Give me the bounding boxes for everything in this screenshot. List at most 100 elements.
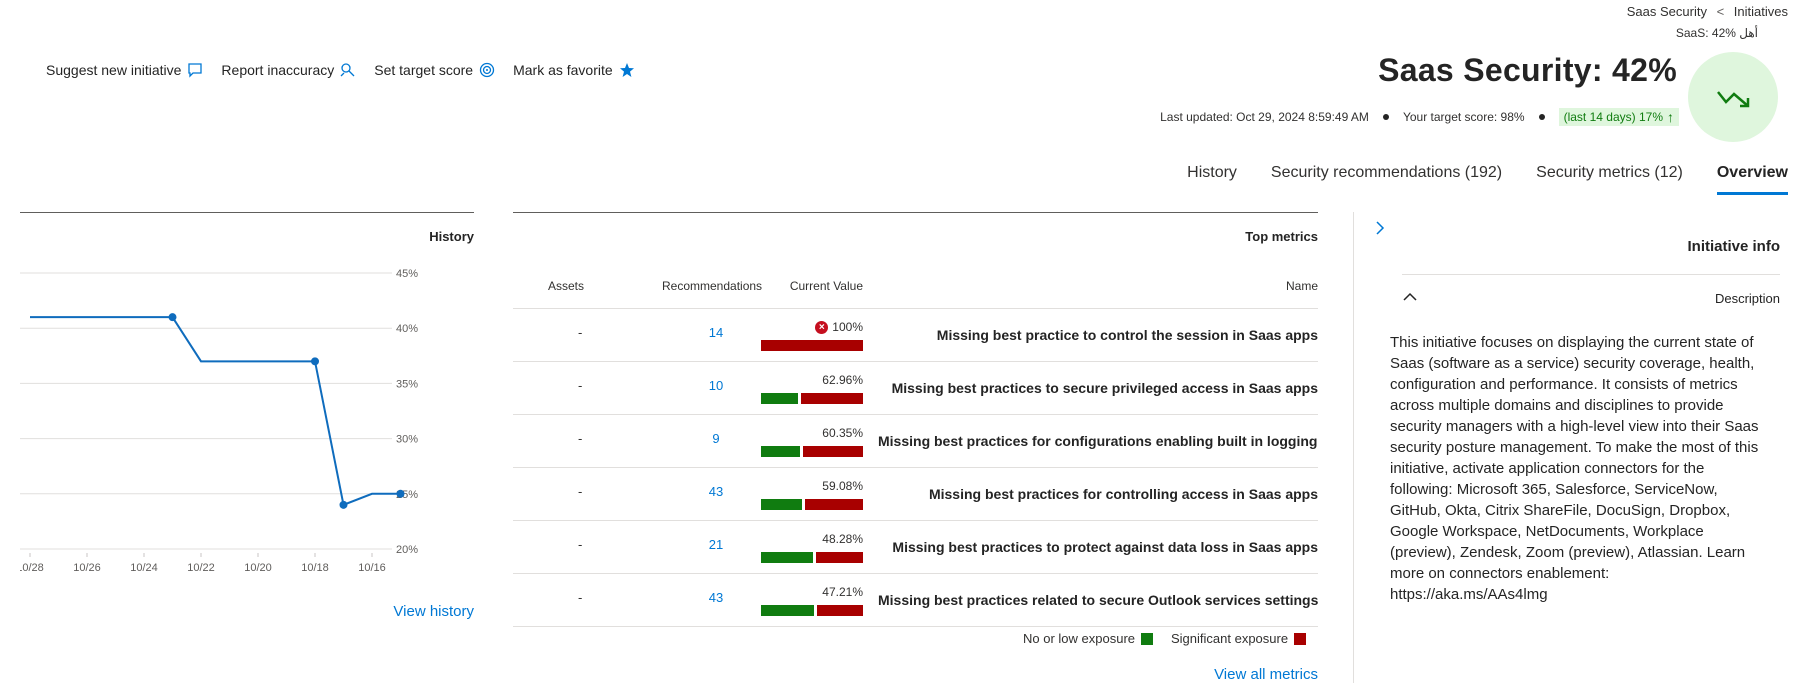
exposure-bar [761, 499, 863, 510]
x-tick-label: 10/22 [187, 562, 215, 574]
legend-label-significant: Significant exposure [1171, 631, 1289, 646]
table-row[interactable]: Missing best practices for configuration… [513, 415, 1318, 468]
report-inaccuracy-label: Report inaccuracy [221, 62, 335, 78]
data-point [339, 500, 348, 509]
y-tick-label: 35% [396, 378, 418, 390]
y-tick-label: 30% [396, 434, 418, 446]
set-target-score-button[interactable]: Set target score [374, 62, 495, 78]
mark-favorite-button[interactable]: Mark as favorite [513, 62, 635, 78]
tab-overview[interactable]: Overview [1716, 164, 1788, 195]
target-score-text: Your target score: 98% [1402, 110, 1525, 124]
initiative-info-pane: Initiative info Description This initiat… [1353, 212, 1810, 683]
metric-name[interactable]: Missing best practices for configuration… [878, 433, 1318, 449]
exposure-bar-low [761, 552, 813, 563]
history-pane: History 20% 25% 30% 35% 40% 45% 10/16 10/18 10/2… [20, 212, 474, 683]
target-icon [479, 62, 495, 78]
initiative-info-title: Initiative info [1687, 238, 1780, 255]
top-metrics-title: Top metrics [1245, 229, 1318, 244]
metric-value-text: 59.08% [761, 478, 863, 494]
assets-count: - [578, 590, 583, 605]
metric-value-text: 47.21% [761, 584, 863, 600]
table-row[interactable]: Missing best practice to control the ses… [513, 309, 1318, 362]
description-text: This initiative focuses on displaying th… [1390, 334, 1759, 603]
metric-percent: 62.96% [822, 373, 863, 387]
exposure-bar-low [761, 499, 802, 510]
breadcrumb-item-initiatives[interactable]: Initiatives [1734, 4, 1788, 19]
exposure-bar-significant [761, 340, 863, 351]
suggest-initiative-button[interactable]: Suggest new initiative [46, 62, 203, 78]
table-row[interactable]: Missing best practices related to secure… [513, 574, 1318, 627]
error-icon: × [815, 320, 829, 334]
x-tick-label: 10/28 [20, 562, 44, 574]
comment-icon [188, 63, 203, 78]
page-title: Saas Security: 42% [1378, 52, 1677, 88]
metric-name[interactable]: Missing best practices related to secure… [878, 592, 1318, 608]
tab-security-recommendations[interactable]: Security recommendations (192) [1271, 164, 1502, 195]
trend-up-icon [1717, 91, 1750, 108]
data-point [396, 489, 405, 498]
metric-percent: 100% [832, 320, 863, 334]
column-header-assets[interactable]: Assets [548, 279, 584, 293]
column-header-recommendations[interactable]: Recommendations [662, 279, 762, 293]
recommendations-count[interactable]: 43 [701, 590, 731, 605]
y-tick-label: 20% [396, 544, 418, 556]
recommendations-count[interactable]: 9 [701, 431, 731, 446]
metric-name[interactable]: Missing best practices for controlling a… [878, 486, 1318, 502]
legend-low: No or low exposure [1023, 631, 1153, 646]
tab-history[interactable]: History [1187, 164, 1237, 195]
view-all-metrics-link[interactable]: View all metrics [1214, 666, 1318, 683]
recommendations-count[interactable]: 14 [701, 325, 731, 340]
tab-bar: Overview Security metrics (12) Security … [1153, 164, 1788, 195]
view-history-link[interactable]: View history [393, 603, 474, 620]
x-tick-label: 10/24 [130, 562, 158, 574]
metric-name[interactable]: Missing best practice to control the ses… [878, 327, 1318, 343]
chevron-up-icon[interactable] [1402, 291, 1418, 303]
legend-significant: Significant exposure [1171, 631, 1307, 646]
column-header-value[interactable]: Current Value [790, 279, 863, 293]
metric-name[interactable]: Missing best practices to protect agains… [878, 539, 1318, 555]
report-inaccuracy-button[interactable]: Report inaccuracy [221, 62, 356, 78]
assets-count: - [578, 378, 583, 393]
page-subtitle: SaaS: 42% أهل [1675, 26, 1758, 40]
legend-swatch-significant [1294, 632, 1307, 645]
set-target-score-label: Set target score [374, 62, 474, 78]
exposure-bar [761, 340, 863, 351]
exposure-bar-low [761, 605, 814, 616]
y-tick-label: 40% [396, 323, 418, 335]
column-header-name[interactable]: Name [1286, 279, 1318, 293]
y-tick-label: 45% [396, 268, 418, 280]
last-updated-text: Last updated: Oct 29, 2024 8:59:49 AM [1160, 110, 1369, 124]
chevron-right-icon[interactable] [1374, 220, 1386, 236]
series-line [30, 316, 401, 507]
description-header[interactable]: Description [1402, 274, 1780, 314]
assets-count: - [578, 537, 583, 552]
separator-dot [1382, 114, 1389, 120]
breadcrumb: Initiatives > Saas Security [1627, 4, 1788, 19]
tab-security-metrics[interactable]: Security metrics (12) [1536, 164, 1683, 195]
metric-percent: 60.35% [822, 426, 863, 440]
x-tick-label: 10/26 [73, 562, 101, 574]
arrow-up-icon: ↑ [1667, 109, 1674, 125]
metric-value: 62.96% [761, 372, 863, 404]
exposure-bar-significant [816, 552, 863, 563]
mark-favorite-label: Mark as favorite [513, 62, 613, 78]
metric-name[interactable]: Missing best practices to secure privile… [878, 380, 1318, 396]
recommendations-count[interactable]: 43 [701, 484, 731, 499]
table-row[interactable]: Missing best practices to secure privile… [513, 362, 1318, 415]
trend-text: 17% (last 14 days) [1563, 110, 1663, 124]
metric-percent: 47.21% [822, 585, 863, 599]
metric-value-text: 48.28% [761, 531, 863, 547]
history-title: History [429, 229, 474, 244]
star-icon [619, 63, 634, 77]
history-line-chart: 20%25%30%35%40%45%10/1610/1810/2010/2210… [20, 268, 418, 574]
table-row[interactable]: Missing best practices for controlling a… [513, 468, 1318, 521]
metric-value: 59.08% [761, 478, 863, 510]
table-header: Name Current Value Recommendations Asset… [513, 271, 1318, 309]
breadcrumb-item-current: Saas Security [1626, 4, 1707, 19]
metric-percent: 59.08% [822, 479, 863, 493]
recommendations-count[interactable]: 10 [701, 378, 731, 393]
recommendations-count[interactable]: 21 [701, 537, 731, 552]
assets-count: - [578, 325, 583, 340]
suggest-initiative-label: Suggest new initiative [46, 62, 182, 78]
table-row[interactable]: Missing best practices to protect agains… [513, 521, 1318, 574]
